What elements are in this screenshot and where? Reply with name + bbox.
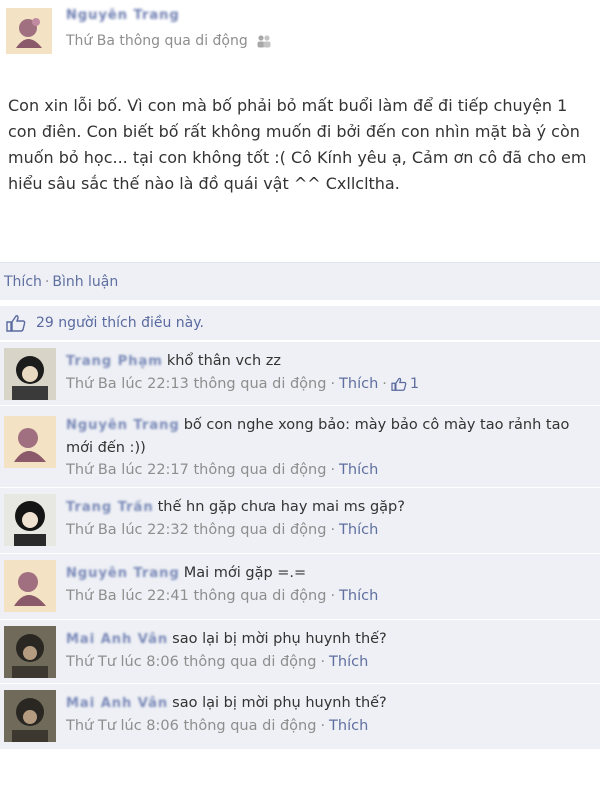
post-header: Nguyễn Trang Thứ Ba thông qua di động (0, 0, 600, 66)
meta-separator: · (330, 522, 336, 538)
comment-item: Nguyễn Trang bố con nghe xong bảo: mày bả… (0, 405, 600, 487)
comment-text: thế hn gặp chưa hay mai ms gặp? (157, 499, 405, 515)
comment-meta: Thứ Tư lúc 8:06 thông qua di động · Thíc… (66, 654, 368, 670)
comment-like-link[interactable]: Thích (339, 522, 378, 538)
comment-like-link[interactable]: Thích (339, 462, 378, 478)
comment-meta: Thứ Tư lúc 8:06 thông qua di động · Thíc… (66, 718, 368, 734)
commenter-name[interactable]: Nguyễn Trang (66, 418, 180, 433)
commenter-avatar[interactable] (4, 560, 56, 612)
comment-meta: Thứ Ba lúc 22:32 thông qua di động · Thí… (66, 522, 378, 538)
comment-text: Mai mới gặp =.= (183, 565, 307, 581)
comment-time[interactable]: Thứ Ba lúc 22:17 thông qua di động (66, 462, 326, 478)
comment-like-link[interactable]: Thích (329, 654, 368, 670)
post-meta: Thứ Ba thông qua di động (66, 33, 272, 49)
comment-meta: Thứ Ba lúc 22:13 thông qua di động · Thí… (66, 376, 419, 392)
meta-separator: · (330, 462, 336, 478)
commenter-name[interactable]: Nguyễn Trang (66, 566, 180, 581)
comment-meta: Thứ Ba lúc 22:17 thông qua di động · Thí… (66, 462, 378, 478)
commenter-avatar[interactable] (4, 348, 56, 400)
comment-like-link[interactable]: Thích (339, 588, 378, 604)
comment-body: Trang Trần thế hn gặp chưa hay mai ms gặp… (66, 496, 586, 519)
comment-item: Mai Anh Vân sao lại bị mời phụ huynh thế?… (0, 619, 600, 683)
post-text: Con xin lỗi bố. Vì con mà bố phải bỏ mất… (8, 96, 587, 193)
action-separator: · (44, 273, 50, 290)
comment-text: sao lại bị mời phụ huynh thế? (172, 695, 387, 711)
comment-item: Trang Trần thế hn gặp chưa hay mai ms gặp… (0, 487, 600, 553)
meta-separator: · (320, 718, 326, 734)
comment-body: Nguyễn Trang Mai mới gặp =.= (66, 562, 586, 585)
comment-item: Trang Phạm khổ thân vch zz Thứ Ba lúc 22:… (0, 341, 600, 405)
comment-like-link[interactable]: Thích (329, 718, 368, 734)
post-time[interactable]: Thứ Ba thông qua di động (66, 33, 248, 49)
comment-time[interactable]: Thứ Ba lúc 22:13 thông qua di động (66, 376, 326, 392)
comment-text: sao lại bị mời phụ huynh thế? (172, 631, 387, 647)
commenter-avatar[interactable] (4, 416, 56, 468)
comment-item: Nguyễn Trang Mai mới gặp =.= Thứ Ba lúc 2… (0, 553, 600, 619)
comment-text: khổ thân vch zz (166, 353, 282, 369)
comment-meta: Thứ Ba lúc 22:41 thông qua di động · Thí… (66, 588, 378, 604)
comment-time[interactable]: Thứ Tư lúc 8:06 thông qua di động (66, 718, 316, 734)
thumbs-up-icon (391, 377, 407, 391)
meta-separator: · (382, 376, 387, 392)
likes-summary: 29 người thích điều này. (0, 306, 600, 340)
comment-item: Mai Anh Vân sao lại bị mời phụ huynh thế?… (0, 683, 600, 749)
comment-body: Mai Anh Vân sao lại bị mời phụ huynh thế? (66, 692, 586, 715)
comment-body: Mai Anh Vân sao lại bị mời phụ huynh thế? (66, 628, 586, 651)
meta-separator: · (320, 654, 326, 670)
commenter-avatar[interactable] (4, 494, 56, 546)
post-actions: Thích · Bình luận (0, 262, 600, 300)
comment-body: Nguyễn Trang bố con nghe xong bảo: mày bả… (66, 414, 586, 459)
comment-body: Trang Phạm khổ thân vch zz (66, 350, 586, 373)
commenter-name[interactable]: Mai Anh Vân (66, 696, 168, 711)
thumbs-up-icon (6, 315, 26, 332)
author-avatar[interactable] (6, 8, 52, 54)
comment-like-link[interactable]: Thích (339, 376, 378, 392)
comment-link[interactable]: Bình luận (52, 274, 118, 290)
commenter-avatar[interactable] (4, 690, 56, 742)
likes-text[interactable]: 29 người thích điều này. (36, 315, 204, 331)
author-name[interactable]: Nguyễn Trang (66, 8, 180, 23)
comment-like-count[interactable]: 1 (391, 376, 419, 392)
commenter-name[interactable]: Mai Anh Vân (66, 632, 168, 647)
meta-separator: · (330, 376, 336, 392)
commenter-name[interactable]: Trang Phạm (66, 354, 163, 369)
comment-time[interactable]: Thứ Tư lúc 8:06 thông qua di động (66, 654, 316, 670)
comment-time[interactable]: Thứ Ba lúc 22:32 thông qua di động (66, 522, 326, 538)
people-icon (257, 35, 271, 48)
commenter-avatar[interactable] (4, 626, 56, 678)
meta-separator: · (330, 588, 336, 604)
commenter-name[interactable]: Trang Trần (66, 500, 154, 515)
comment-time[interactable]: Thứ Ba lúc 22:41 thông qua di động (66, 588, 326, 604)
like-link[interactable]: Thích (4, 274, 42, 290)
